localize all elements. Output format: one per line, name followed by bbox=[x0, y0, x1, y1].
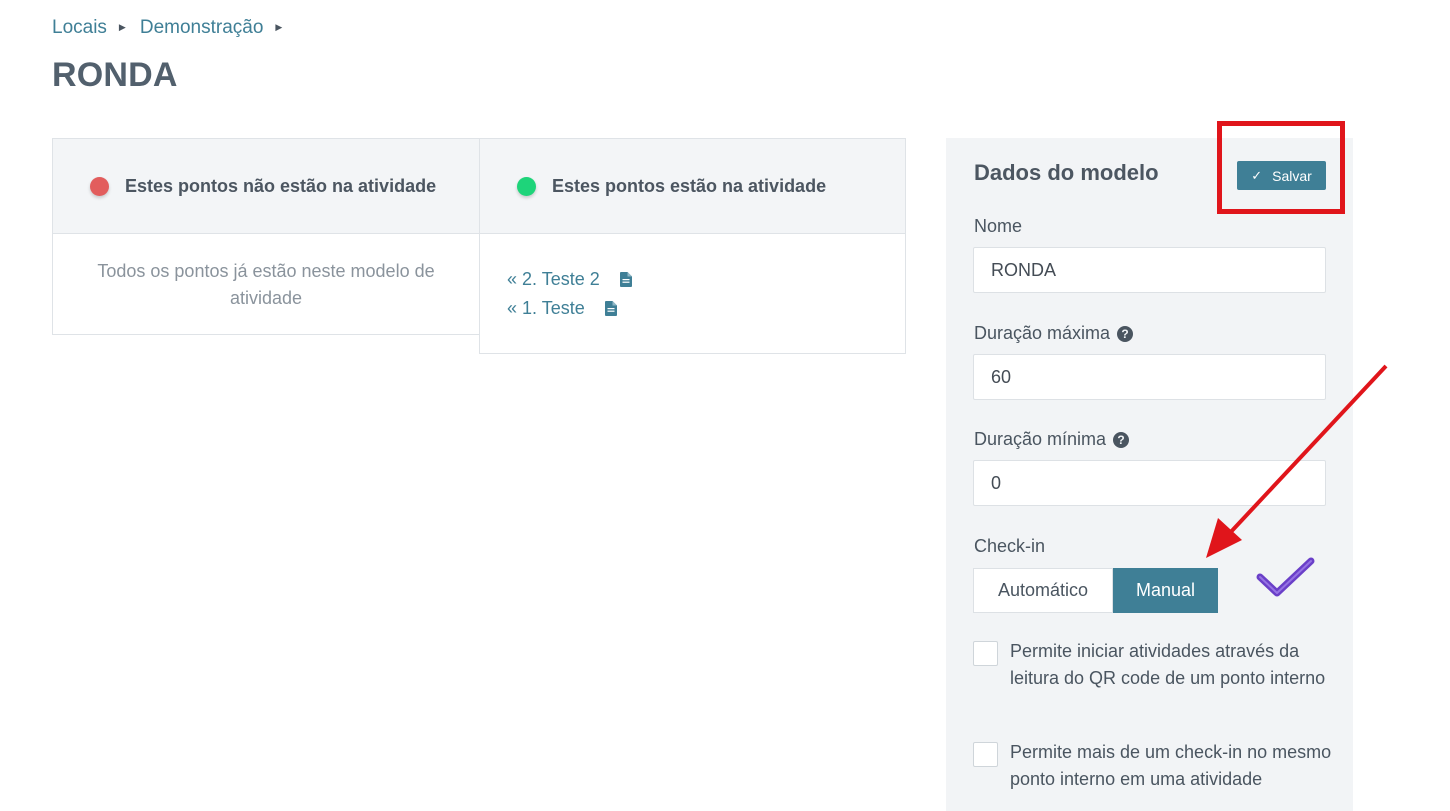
green-status-dot-icon bbox=[517, 176, 536, 196]
caret-right-icon: ▶ bbox=[275, 21, 283, 32]
panel-title: Estes pontos não estão na atividade bbox=[125, 175, 437, 196]
qr-start-option: Permite iniciar atividades através da le… bbox=[973, 641, 1333, 692]
checkin-toggle: Automático Manual bbox=[973, 568, 1218, 613]
point-link-teste[interactable]: « 1. Teste bbox=[507, 298, 585, 319]
multi-checkin-label: Permite mais de um check-in no mesmo pon… bbox=[1010, 742, 1332, 789]
empty-message: Todos os pontos já estão neste modelo de… bbox=[97, 261, 435, 308]
checkin-label: Check-in bbox=[974, 536, 1045, 557]
points-list: « 2. Teste 2 « 1. Teste bbox=[480, 234, 905, 329]
help-icon[interactable]: ? bbox=[1117, 325, 1134, 342]
panel-header: Estes pontos não estão na atividade bbox=[53, 139, 479, 234]
breadcrumb-locais[interactable]: Locais bbox=[52, 17, 107, 39]
points-not-in-activity-panel: Estes pontos não estão na atividade Todo… bbox=[52, 138, 480, 335]
purple-checkmark-annotation-icon bbox=[1256, 557, 1315, 597]
multi-checkin-checkbox[interactable] bbox=[973, 742, 998, 767]
highlight-annotation-box bbox=[1217, 121, 1345, 214]
min-duration-label: Duração mínima ? bbox=[974, 429, 1130, 450]
form-heading: Dados do modelo bbox=[974, 160, 1159, 185]
list-item: « 1. Teste bbox=[507, 288, 905, 329]
name-label: Nome bbox=[974, 216, 1022, 237]
point-link-teste-2[interactable]: « 2. Teste 2 bbox=[507, 269, 600, 290]
breadcrumb: Locais ▶ Demonstração ▶ bbox=[52, 17, 296, 39]
help-icon[interactable]: ? bbox=[1113, 431, 1130, 448]
checkin-automatic-option[interactable]: Automático bbox=[973, 568, 1113, 613]
document-icon[interactable] bbox=[604, 301, 617, 316]
red-status-dot-icon bbox=[90, 176, 109, 196]
name-label-text: Nome bbox=[974, 216, 1023, 236]
page-title: RONDA bbox=[52, 56, 178, 94]
panel-title: Estes pontos estão na atividade bbox=[552, 175, 827, 196]
name-field[interactable] bbox=[973, 247, 1326, 293]
checkin-manual-option[interactable]: Manual bbox=[1113, 568, 1218, 613]
checkin-label-text: Check-in bbox=[974, 536, 1046, 556]
panel-header: Estes pontos estão na atividade bbox=[480, 139, 905, 234]
points-in-activity-panel: Estes pontos estão na atividade « 2. Tes… bbox=[479, 138, 906, 354]
qr-start-checkbox[interactable] bbox=[973, 641, 998, 666]
multi-checkin-option: Permite mais de um check-in no mesmo pon… bbox=[973, 742, 1333, 793]
qr-start-label: Permite iniciar atividades através da le… bbox=[1010, 641, 1326, 688]
max-duration-label: Duração máxima ? bbox=[974, 323, 1134, 344]
document-icon[interactable] bbox=[619, 272, 632, 287]
red-arrow-annotation-icon bbox=[1206, 364, 1388, 558]
caret-right-icon: ▶ bbox=[118, 21, 126, 32]
min-duration-label-text: Duração mínima bbox=[974, 429, 1107, 449]
max-duration-label-text: Duração máxima bbox=[974, 323, 1111, 343]
breadcrumb-demonstracao[interactable]: Demonstração bbox=[140, 17, 264, 39]
